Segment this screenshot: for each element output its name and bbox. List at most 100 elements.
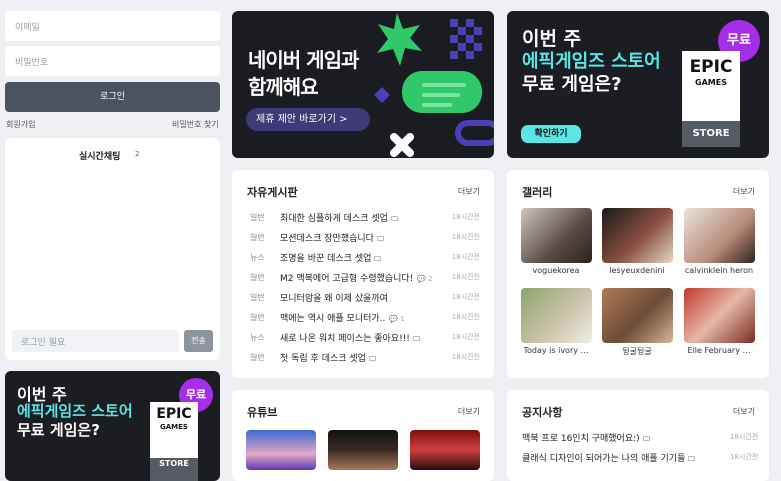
post-title[interactable]: M2 맥북에어 고급형 수령했습니다! 💬 2 bbox=[280, 271, 433, 284]
post-time: 18시간전 bbox=[451, 293, 480, 301]
check-button[interactable]: 확인하기 bbox=[521, 125, 581, 143]
notice-item-title[interactable]: 클래식 디자인이 되어가는 나의 애플 기기들 bbox=[522, 454, 685, 464]
chat-user-count: 2 bbox=[135, 150, 140, 158]
notice-time: 18시간전 bbox=[730, 433, 759, 441]
gallery-item-name[interactable]: lesyeuxdenini bbox=[592, 266, 682, 275]
green-star-shape bbox=[377, 13, 422, 66]
youtube-thumbnail[interactable] bbox=[246, 430, 316, 470]
youtube-more-link[interactable]: 더보기 bbox=[458, 406, 480, 417]
notice-item[interactable]: 맥북 프로 16인치 구매했어요:) 18시간전 bbox=[522, 431, 767, 444]
post-category: 일반 bbox=[250, 273, 265, 282]
post-time: 18시간전 bbox=[451, 213, 480, 221]
gallery-card: 갤러리 더보기 voguekorea lesyeuxdenini calvink… bbox=[507, 170, 769, 378]
epic-promo-banner[interactable]: 이번 주 에픽게임즈 스토어 무료 게임은? 무료 EPIC GAMES STO… bbox=[507, 11, 769, 158]
gallery-title: 갤러리 bbox=[522, 186, 553, 199]
board-more-link[interactable]: 더보기 bbox=[458, 186, 480, 197]
cross-shape bbox=[390, 133, 414, 157]
partnership-link[interactable]: 제휴 제안 바로가기 > bbox=[246, 108, 370, 131]
board-post[interactable]: 일반 첫 독립 후 데스크 셋업 18시간전 bbox=[232, 348, 494, 368]
email-input[interactable]: 이메일 bbox=[5, 11, 220, 41]
checker-shape bbox=[450, 19, 482, 59]
image-icon bbox=[368, 356, 376, 361]
gallery-item-name[interactable]: Elle February … bbox=[674, 346, 764, 355]
image-icon bbox=[642, 436, 650, 441]
image-icon bbox=[412, 336, 420, 341]
post-title[interactable]: 첫 독립 후 데스크 셋업 bbox=[280, 351, 376, 364]
promo-line-2: 에픽게임즈 스토어 bbox=[17, 402, 133, 420]
naver-banner-title-2: 함께해요 bbox=[248, 75, 319, 99]
board-post[interactable]: 뉴스 조명을 바꾼 데스크 셋업 18시간전 bbox=[232, 248, 494, 268]
board-post[interactable]: 일반 최대한 심플하게 데스크 셋업 18시간전 bbox=[232, 208, 494, 228]
naver-banner-title-1: 네이버 게임과 bbox=[248, 48, 359, 72]
post-category: 일반 bbox=[250, 353, 265, 362]
diamond-shape bbox=[374, 87, 390, 103]
board-post[interactable]: 일반 모니터암을 왜 이제 샀을까여 18시간전 bbox=[232, 288, 494, 308]
notice-time: 18시간전 bbox=[730, 453, 759, 461]
promo-line-3: 무료 게임은? bbox=[17, 421, 100, 439]
epic-logo-text: EPIC bbox=[156, 406, 192, 422]
gallery-image[interactable] bbox=[602, 208, 673, 263]
gallery-item-name[interactable]: voguekorea bbox=[511, 266, 601, 275]
post-title[interactable]: 최대한 심플하게 데스크 셋업 bbox=[280, 211, 398, 224]
notice-title: 공지사항 bbox=[522, 406, 563, 419]
board-post[interactable]: 일반 맥에는 역시 애플 모니터가.. 💬 1 18시간전 bbox=[232, 308, 494, 328]
epic-logo-store: STORE bbox=[682, 121, 740, 147]
post-time: 18시간전 bbox=[451, 353, 480, 361]
post-title[interactable]: 맥에는 역시 애플 모니터가.. 💬 1 bbox=[280, 311, 405, 324]
post-category: 일반 bbox=[250, 313, 265, 322]
promo-line-3: 무료 게임은? bbox=[522, 74, 622, 95]
youtube-thumbnail[interactable] bbox=[328, 430, 398, 470]
gallery-item-name[interactable]: calvinklein heron bbox=[674, 266, 764, 275]
post-time: 18시간전 bbox=[451, 253, 480, 261]
gallery-image[interactable] bbox=[602, 288, 673, 343]
epic-games-logo: EPIC GAMES STORE bbox=[150, 402, 198, 481]
post-category: 일반 bbox=[250, 293, 265, 302]
comment-count: 💬 2 bbox=[417, 275, 433, 283]
post-time: 18시간전 bbox=[451, 233, 480, 241]
board-post[interactable]: 일반 모션데스크 장만했습니다 18시간전 bbox=[232, 228, 494, 248]
epic-logo-store: STORE bbox=[150, 458, 198, 481]
epic-logo-games: GAMES bbox=[160, 423, 188, 431]
gallery-image[interactable] bbox=[684, 208, 755, 263]
signup-link[interactable]: 회원가입 bbox=[6, 119, 35, 130]
board-title: 자유게시판 bbox=[247, 186, 298, 199]
notice-item[interactable]: 클래식 디자인이 되어가는 나의 애플 기기들 18시간전 bbox=[522, 451, 767, 464]
epic-games-logo: EPIC GAMES STORE bbox=[682, 51, 740, 147]
post-category: 뉴스 bbox=[250, 333, 265, 342]
post-title[interactable]: 모션데스크 장만했습니다 bbox=[280, 231, 384, 244]
free-board-card: 자유게시판 더보기 일반 최대한 심플하게 데스크 셋업 18시간전 일반 모션… bbox=[232, 170, 494, 378]
epic-logo-games: GAMES bbox=[695, 78, 727, 87]
find-password-link[interactable]: 비밀번호 찾기 bbox=[172, 119, 219, 130]
epic-promo-banner-left[interactable]: 이번 주 에픽게임즈 스토어 무료 게임은? 무료 EPIC GAMES STO… bbox=[5, 371, 220, 481]
board-post[interactable]: 일반 M2 맥북에어 고급형 수령했습니다! 💬 2 18시간전 bbox=[232, 268, 494, 288]
login-button[interactable]: 로그인 bbox=[5, 82, 220, 112]
image-icon bbox=[376, 236, 384, 241]
board-post[interactable]: 뉴스 새로 나온 워치 페이스는 좋아요!!! 18시간전 bbox=[232, 328, 494, 348]
post-title[interactable]: 모니터암을 왜 이제 샀을까여 bbox=[280, 291, 388, 304]
live-chat-panel: 실시간채팅 2 로그인 필요 전송 bbox=[5, 138, 220, 360]
post-title[interactable]: 새로 나온 워치 페이스는 좋아요!!! bbox=[280, 331, 420, 344]
image-icon bbox=[390, 216, 398, 221]
chat-send-button[interactable]: 전송 bbox=[184, 330, 213, 352]
youtube-thumbnail[interactable] bbox=[410, 430, 480, 470]
gallery-image[interactable] bbox=[521, 208, 592, 263]
gallery-more-link[interactable]: 더보기 bbox=[733, 186, 755, 197]
chat-input[interactable]: 로그인 필요 bbox=[12, 330, 179, 352]
epic-logo-text: EPIC bbox=[689, 57, 733, 77]
gallery-image[interactable] bbox=[521, 288, 592, 343]
post-category: 일반 bbox=[250, 233, 265, 242]
gallery-item-name[interactable]: 뒹굴뒹굴 bbox=[592, 346, 682, 357]
post-title[interactable]: 조명을 바꾼 데스크 셋업 bbox=[280, 251, 382, 264]
gallery-image[interactable] bbox=[684, 288, 755, 343]
post-time: 18시간전 bbox=[451, 273, 480, 281]
notice-more-link[interactable]: 더보기 bbox=[733, 406, 755, 417]
post-time: 18시간전 bbox=[451, 313, 480, 321]
gallery-item-name[interactable]: Today is ivory … bbox=[511, 346, 601, 355]
post-time: 18시간전 bbox=[451, 333, 480, 341]
password-input[interactable]: 비밀번호 bbox=[5, 46, 220, 76]
naver-game-banner[interactable]: 네이버 게임과 함께해요 제휴 제안 바로가기 > bbox=[232, 11, 494, 158]
notice-item-title[interactable]: 맥북 프로 16인치 구매했어요:) bbox=[522, 434, 640, 444]
chat-title: 실시간채팅 bbox=[79, 152, 121, 162]
post-category: 뉴스 bbox=[250, 253, 265, 262]
notice-card: 공지사항 더보기 맥북 프로 16인치 구매했어요:) 18시간전 클래식 디자… bbox=[507, 390, 769, 481]
